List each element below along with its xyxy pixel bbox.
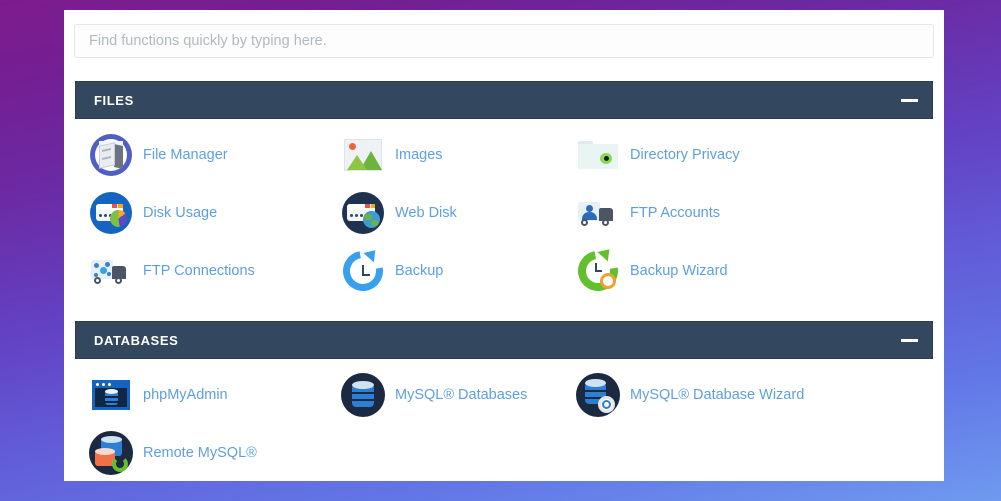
mysql-database-wizard-icon [575,372,621,418]
section-header-files[interactable]: FILES [75,81,933,119]
item-backup[interactable]: Backup [335,243,444,299]
item-remote-mysql[interactable]: Remote MySQL® [88,425,257,481]
images-icon [340,132,386,178]
item-label: MySQL® Databases [395,387,528,403]
item-label: Backup [395,263,444,279]
item-mysql-database-wizard[interactable]: MySQL® Database Wizard [575,367,804,423]
item-phpmyadmin[interactable]: phpMyAdmin [88,367,228,423]
item-label: Images [395,147,443,163]
section-title-files: FILES [94,92,134,108]
web-disk-icon [340,190,386,236]
item-mysql-databases[interactable]: MySQL® Databases [340,367,527,423]
ftp-accounts-icon [575,190,621,236]
mysql-databases-icon [340,372,386,418]
phpmyadmin-icon [88,372,134,418]
section-title-databases: DATABASES [94,332,179,348]
item-web-disk[interactable]: Web Disk [340,185,457,241]
collapse-icon-databases[interactable] [901,335,918,345]
databases-grid: phpMyAdmin MySQL® Databases MySQL® Datab… [75,367,933,481]
backup-icon [335,243,391,299]
disk-usage-icon [88,190,134,236]
backup-wizard-icon [570,243,626,299]
item-label: MySQL® Database Wizard [630,387,805,403]
remote-mysql-icon [88,430,134,476]
item-label: Web Disk [395,205,457,221]
item-label: File Manager [143,147,228,163]
item-label: FTP Connections [143,263,255,279]
item-label: FTP Accounts [630,205,720,221]
item-label: Directory Privacy [630,147,740,163]
ftp-connections-icon [88,248,134,294]
item-label: Disk Usage [143,205,218,221]
item-directory-privacy[interactable]: Directory Privacy [575,127,740,183]
search-container [74,24,934,58]
collapse-icon-files[interactable] [901,95,918,105]
directory-privacy-icon [575,132,621,178]
item-images[interactable]: Images [340,127,443,183]
item-label: Backup Wizard [630,263,728,279]
item-file-manager[interactable]: File Manager [88,127,228,183]
item-ftp-accounts[interactable]: FTP Accounts [575,185,720,241]
item-label: Remote MySQL® [143,445,257,461]
item-ftp-connections[interactable]: FTP Connections [88,243,255,299]
files-grid: File Manager Images Directory Privacy Di… [75,127,933,302]
file-manager-icon [88,132,134,178]
item-backup-wizard[interactable]: Backup Wizard [570,243,728,299]
section-header-databases[interactable]: DATABASES [75,321,933,359]
item-disk-usage[interactable]: Disk Usage [88,185,217,241]
page-background: FILES File Manager [0,0,1001,501]
search-input[interactable] [74,24,934,58]
item-label: phpMyAdmin [143,387,228,403]
cpanel-card: FILES File Manager [64,10,944,481]
